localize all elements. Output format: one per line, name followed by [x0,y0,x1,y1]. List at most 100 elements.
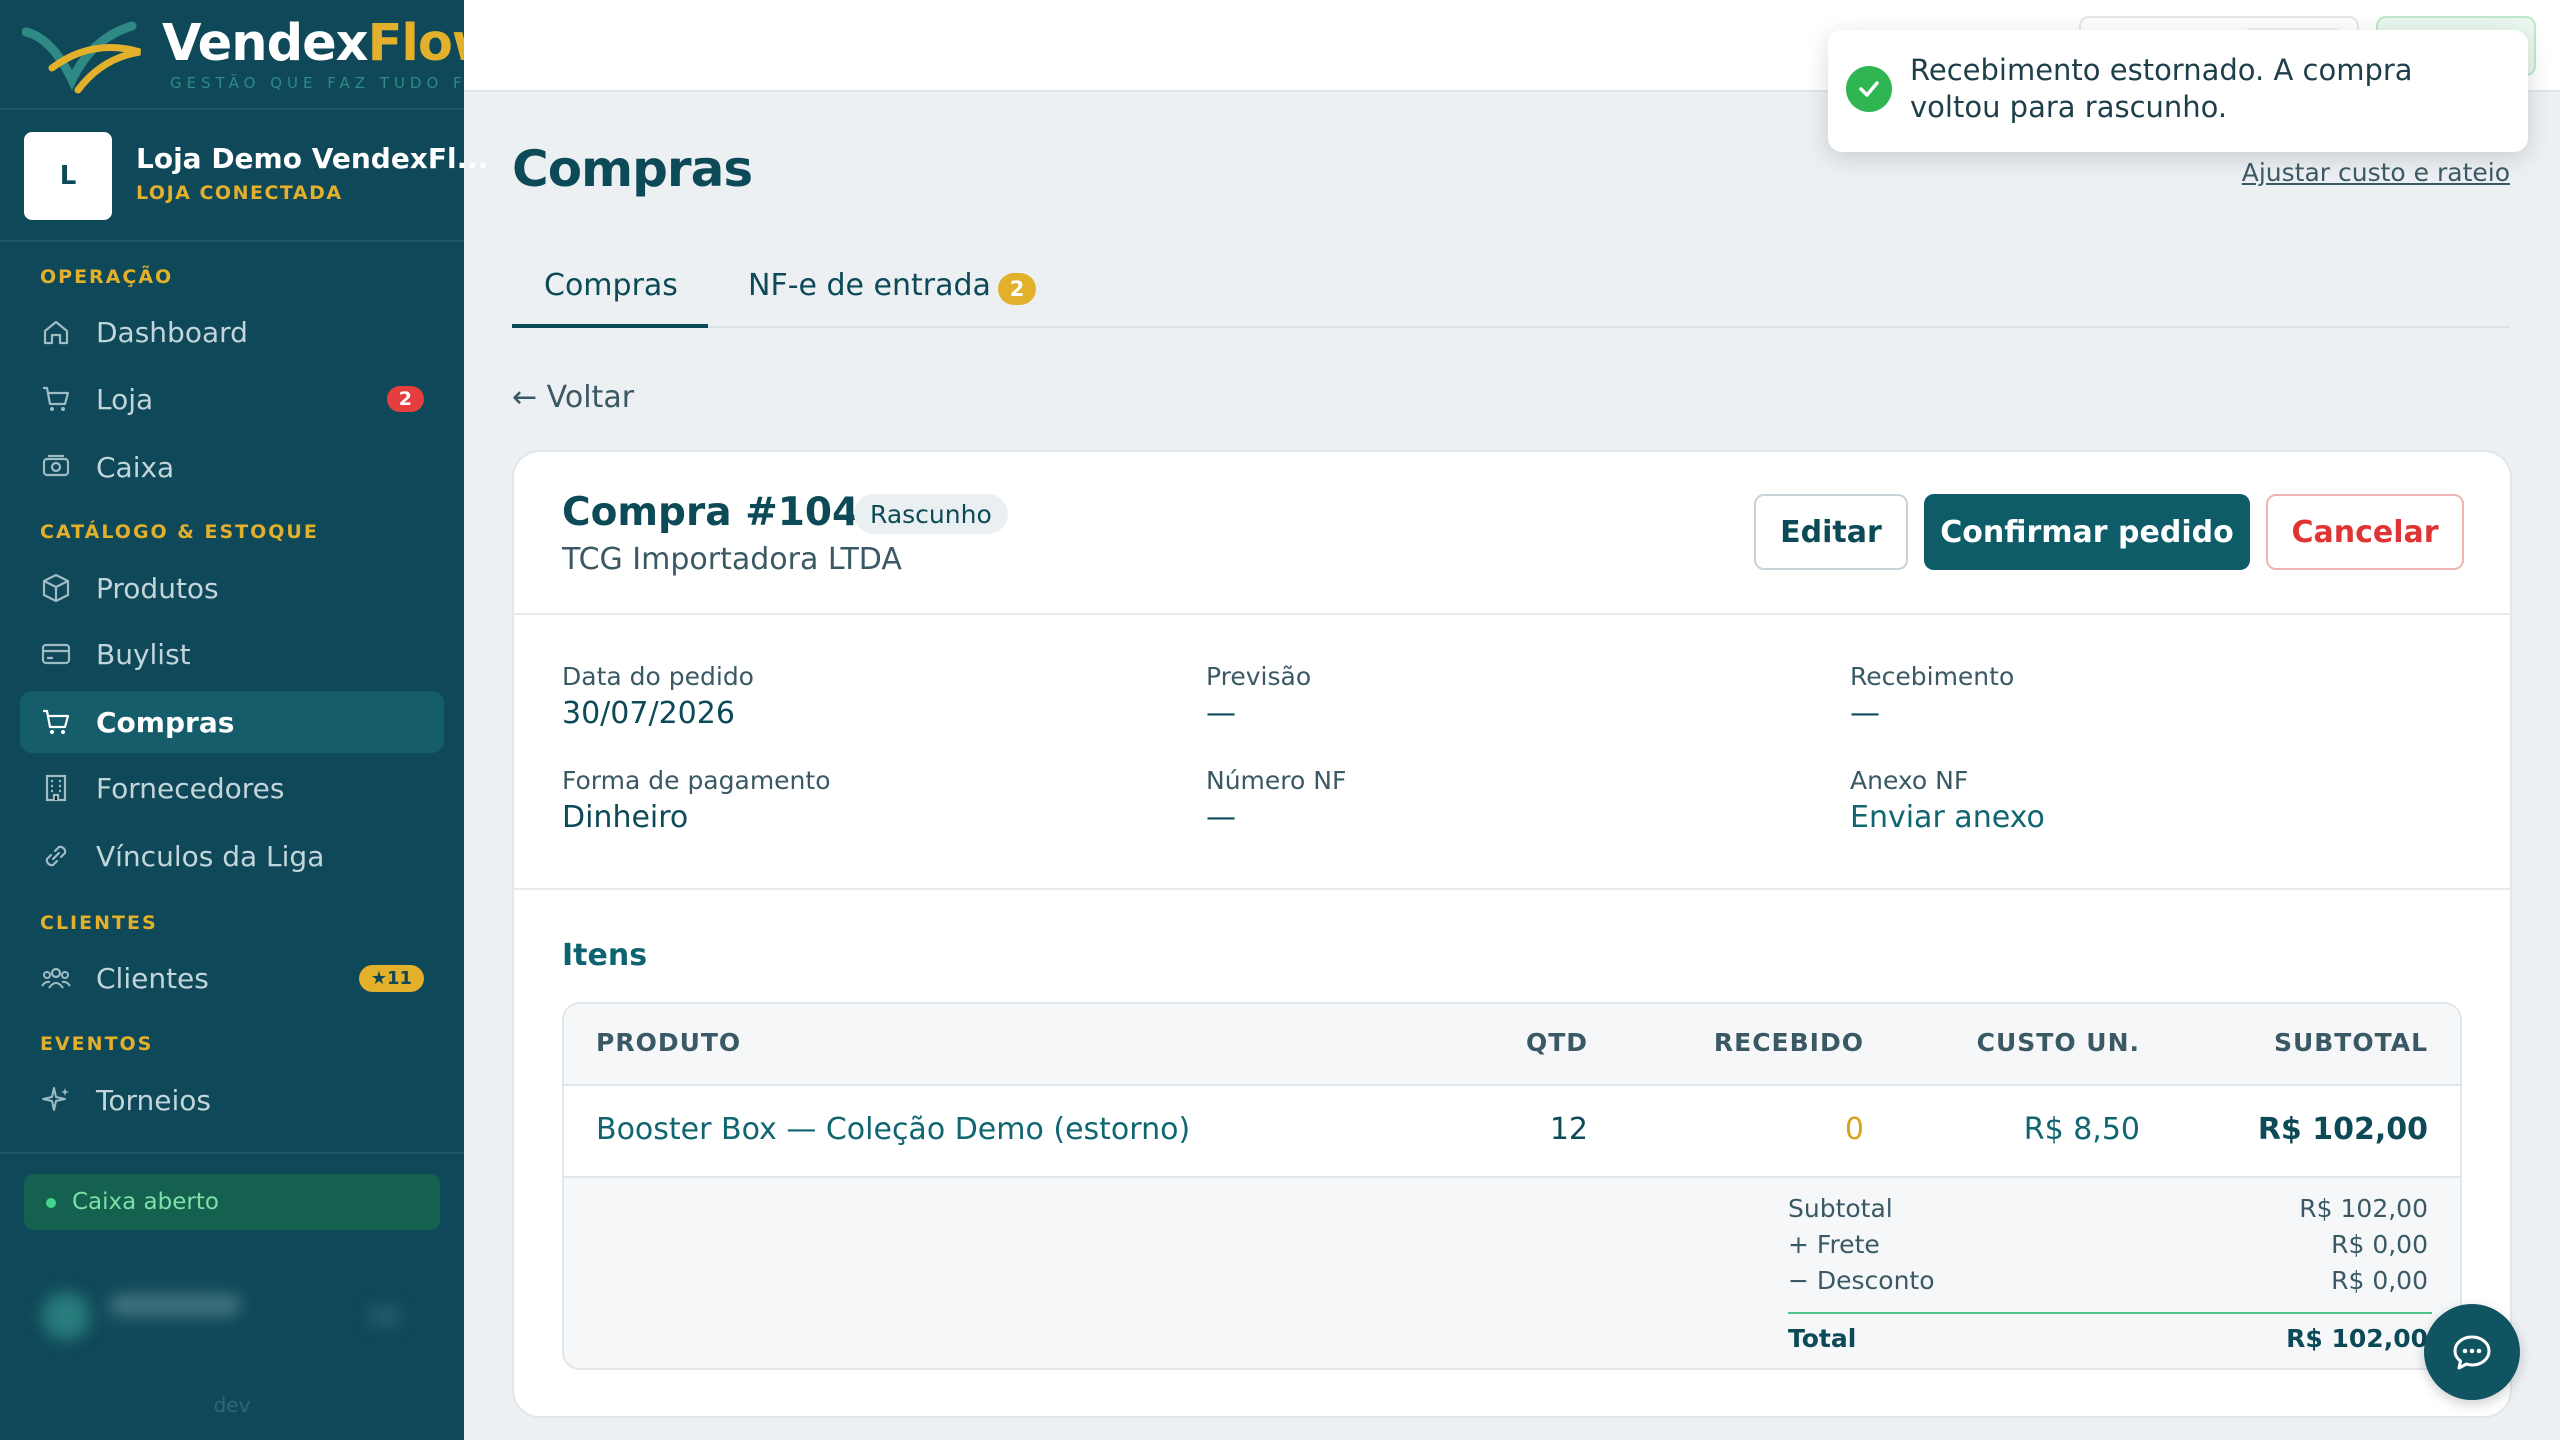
sidebar-item-label: Caixa [96,450,175,484]
summary-subtotal-label: Subtotal [1788,1194,1893,1223]
sidebar-item-buylist[interactable]: Buylist [20,623,444,685]
col-header-custo: CUSTO UN. [1976,1028,2140,1057]
brand-name: VendexFlow [162,14,499,73]
sidebar-item-label: Dashboard [96,315,248,349]
summary-subtotal-value: R$ 102,00 [2299,1194,2428,1223]
tab-nfe-entrada[interactable]: NF-e de entrada [748,268,991,303]
section-clientes: CLIENTES [40,912,158,934]
table-summary: Subtotal R$ 102,00 + Frete R$ 0,00 − Des… [564,1178,2460,1368]
box-icon [42,573,70,603]
invoice-number-label: Número NF [1206,766,1347,795]
forecast-label: Previsão [1206,662,1312,691]
logo-mark-icon [22,21,141,94]
tab-count-badge: 2 [998,273,1036,305]
payment-method-label: Forma de pagamento [562,766,831,795]
sidebar-item-label: Produtos [96,571,219,605]
sidebar-item-compras[interactable]: Compras [20,691,444,753]
notification-badge: 2 [386,386,424,412]
brand-logo[interactable]: VendexFlow GESTÃO QUE FAZ TUDO FLUIR [22,14,515,98]
sidebar-item-fornecedores[interactable]: Fornecedores [20,757,444,819]
environment-label: dev [213,1393,251,1417]
active-tab-indicator [512,324,708,328]
purchase-title: Compra #1043 [562,490,887,535]
summary-discount-label: − Desconto [1788,1266,1935,1295]
table-header: PRODUTO QTD RECEBIDO CUSTO UN. SUBTOTAL [564,1004,2460,1086]
cell-recebido: 0 [1844,1112,1864,1147]
cash-register-icon [42,454,70,477]
upload-attachment-link[interactable]: Enviar anexo [1850,800,2045,835]
toast-message: Recebimento estornado. A compra voltou p… [1910,53,2413,124]
confirm-order-button[interactable]: Confirmar pedido [1924,494,2250,570]
check-circle-icon [1846,66,1892,112]
cell-custo: R$ 8,50 [2023,1112,2140,1147]
supplier-name: TCG Importadora LTDA [562,542,902,577]
summary-freight-label: + Frete [1788,1230,1880,1259]
cell-produto[interactable]: Booster Box — Coleção Demo (estorno) [596,1112,1190,1147]
invoice-number-value: — [1206,800,1236,835]
summary-divider [1788,1312,2432,1314]
cash-status-indicator[interactable]: Caixa aberto [24,1174,440,1230]
section-catalogo: CATÁLOGO & ESTOQUE [40,521,319,543]
sparkle-icon [42,1087,69,1111]
divider [0,240,464,242]
building-icon [45,774,67,802]
col-header-qtd: QTD [1525,1028,1588,1057]
summary-total-value: R$ 102,00 [2286,1324,2428,1353]
sidebar-item-clientes[interactable]: Clientes ★11 [20,947,444,1009]
chat-button[interactable] [2424,1304,2520,1400]
cell-qtd: 12 [1549,1112,1588,1147]
sidebar-item-dashboard[interactable]: Dashboard [20,301,444,363]
summary-freight-value: R$ 0,00 [2331,1230,2428,1259]
items-table: PRODUTO QTD RECEBIDO CUSTO UN. SUBTOTAL … [562,1002,2462,1370]
status-badge: Rascunho [854,494,1008,534]
col-header-subtotal: SUBTOTAL [2273,1028,2428,1057]
summary-discount-value: R$ 0,00 [2331,1266,2428,1295]
edit-button[interactable]: Editar [1754,494,1908,570]
home-icon [43,320,69,345]
sidebar-item-vinculos[interactable]: Vínculos da Liga [20,825,444,887]
store-switcher[interactable]: L Loja Demo VendexFl... LOJA CONECTADA [22,130,489,222]
divider [0,108,464,110]
sidebar-item-label: Loja [96,382,154,416]
sidebar-item-label: Clientes [96,961,209,995]
sidebar: VendexFlow GESTÃO QUE FAZ TUDO FLUIR L L… [0,0,515,1440]
summary-total-label: Total [1788,1324,1857,1353]
divider [0,1152,464,1154]
toast-notification: Recebimento estornado. A compra voltou p… [1828,30,2528,152]
sidebar-item-label: Fornecedores [96,771,285,805]
sidebar-item-torneios[interactable]: Torneios [20,1069,444,1131]
receipt-label: Recebimento [1850,662,2015,691]
divider [514,613,2510,615]
sidebar-item-produtos[interactable]: Produtos [20,557,444,619]
sidebar-item-loja[interactable]: Loja 2 [20,368,444,430]
user-profile-blurred[interactable] [40,1280,420,1350]
order-date-value: 30/07/2026 [562,696,735,731]
forecast-value: — [1206,696,1236,731]
tab-compras[interactable]: Compras [544,268,678,303]
cell-subtotal: R$ 102,00 [2257,1112,2428,1147]
purchase-card: Compra #1043 Rascunho TCG Importadora LT… [512,450,2512,1418]
users-icon [41,967,71,989]
store-name: Loja Demo VendexFl... [136,142,489,175]
order-date-label: Data do pedido [562,662,754,691]
avatar [42,1292,400,1340]
adjust-cost-link[interactable]: Ajustar custo e rateio [2242,158,2510,187]
sidebar-item-label: Buylist [96,637,191,671]
items-section-title: Itens [562,938,648,973]
store-avatar: L [24,132,112,220]
sidebar-item-caixa[interactable]: Caixa [20,436,444,498]
sidebar-item-label: Compras [96,705,235,739]
section-eventos: EVENTOS [40,1033,154,1055]
status-dot-icon [46,1198,56,1208]
cancel-button[interactable]: Cancelar [2266,494,2464,570]
col-header-produto: PRODUTO [596,1028,742,1057]
cash-status-label: Caixa aberto [72,1189,219,1215]
section-operacao: OPERAÇÃO [40,266,174,288]
table-row[interactable]: Booster Box — Coleção Demo (estorno) 12 … [564,1086,2460,1178]
receipt-value: — [1850,696,1880,731]
tabs-divider [512,326,2510,328]
card-icon [41,643,71,665]
sidebar-item-label: Vínculos da Liga [96,839,325,873]
back-link[interactable]: ← Voltar [512,380,634,415]
invoice-attachment-label: Anexo NF [1850,766,1969,795]
